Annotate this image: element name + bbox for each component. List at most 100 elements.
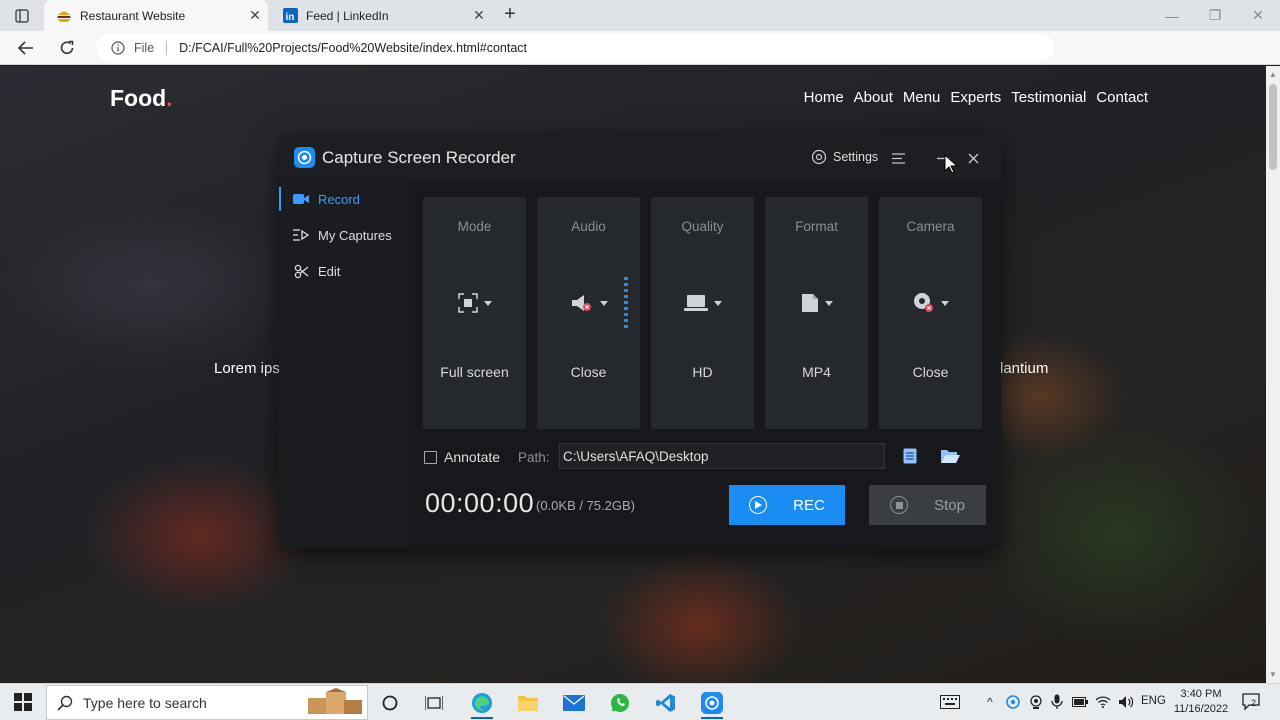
url-text[interactable]: D:/FCAI/Full%20Projects/Food%20Website/i… (179, 41, 527, 55)
settings-button[interactable]: Settings (811, 149, 878, 165)
search-placeholder: Type here to search (83, 694, 207, 711)
scroll-up-icon[interactable]: ▲ (1269, 70, 1277, 79)
nav-about[interactable]: About (854, 89, 893, 106)
chevron-up-icon[interactable]: ^ (981, 693, 999, 711)
mode-dropdown[interactable] (423, 289, 526, 317)
card-header: Camera (906, 219, 955, 234)
path-value: C:\Users\AFAQ\Desktop (563, 448, 709, 464)
refresh-icon[interactable] (53, 35, 81, 61)
wifi-icon[interactable] (1094, 693, 1112, 711)
site-logo[interactable]: Food. (110, 85, 173, 112)
quality-value: HD (692, 364, 713, 380)
screen: Restaurant Website ✕ in Feed | LinkedIn … (0, 0, 1280, 720)
window-minimize-icon[interactable]: — (1150, 0, 1194, 31)
format-dropdown[interactable] (765, 289, 868, 317)
scroll-down-icon[interactable]: ▼ (1269, 670, 1277, 679)
nav-contact[interactable]: Contact (1096, 89, 1148, 106)
nav-menu[interactable]: Menu (903, 89, 941, 106)
stop-circle-icon (890, 496, 909, 514)
format-card[interactable]: Format MP4 (765, 197, 868, 429)
sidebar-label: My Captures (318, 227, 392, 243)
sidebar-label: Record (318, 191, 360, 207)
battery-icon[interactable] (1071, 693, 1089, 711)
recorder-title: Capture Screen Recorder (322, 148, 516, 167)
whatsapp-icon[interactable] (605, 688, 635, 717)
window-close-icon[interactable]: ✕ (1236, 0, 1280, 31)
file-explorer-icon[interactable] (513, 688, 543, 717)
recorder-tray-icon[interactable] (1004, 693, 1022, 711)
address-bar[interactable]: File D:/FCAI/Full%20Projects/Food%20Webs… (96, 34, 1054, 61)
nav-experts[interactable]: Experts (950, 89, 1001, 106)
mail-icon[interactable] (559, 688, 589, 717)
volume-level-meter (624, 277, 628, 328)
save-path-field[interactable]: C:\Users\AFAQ\Desktop (559, 443, 885, 469)
camera-tray-icon[interactable] (1027, 693, 1045, 711)
tab-restaurant-website[interactable]: Restaurant Website ✕ (44, 0, 268, 31)
system-clock[interactable]: 3:40 PM 11/16/2022 (1170, 687, 1232, 717)
mode-card[interactable]: Mode Full screen (423, 197, 526, 429)
sidebar-item-edit[interactable]: Edit (279, 253, 408, 289)
windows-start-icon[interactable] (14, 693, 32, 711)
keyboard-layout-icon[interactable] (939, 693, 961, 711)
window-restore-icon[interactable]: ❐ (1193, 0, 1237, 31)
clock-date: 11/16/2022 (1173, 703, 1229, 715)
task-view-icon[interactable] (419, 688, 449, 717)
scrollbar-thumb[interactable] (1269, 84, 1277, 170)
sidebar-item-my-captures[interactable]: My Captures (279, 217, 408, 253)
close-tab-icon[interactable]: ✕ (466, 4, 492, 28)
webcam-off-icon (913, 293, 933, 312)
menu-icon[interactable] (888, 148, 908, 168)
nav-testimonial[interactable]: Testimonial (1011, 89, 1086, 106)
folder-open-icon[interactable] (940, 447, 960, 465)
card-header: Audio (571, 219, 606, 234)
fullscreen-icon (457, 293, 478, 313)
page-scrollbar[interactable]: ▲ ▼ (1266, 66, 1280, 683)
vscode-icon[interactable] (651, 688, 681, 717)
tab-linkedin[interactable]: in Feed | LinkedIn ✕ (270, 0, 492, 31)
quality-card[interactable]: Quality HD (651, 197, 754, 429)
camera-card[interactable]: Camera Close (879, 197, 982, 429)
checkbox-box[interactable] (424, 450, 437, 464)
microphone-icon[interactable] (1048, 693, 1066, 711)
info-icon[interactable] (110, 40, 126, 56)
volume-icon[interactable] (1117, 693, 1135, 711)
settings-label: Settings (833, 150, 879, 164)
language-indicator[interactable]: ENG (1141, 695, 1166, 707)
recorder-window: Capture Screen Recorder Settings Record (279, 135, 1001, 548)
site-navigation: Home About Menu Experts Testimonial Cont… (804, 89, 1148, 106)
edge-browser-icon[interactable] (467, 688, 497, 719)
rec-button[interactable]: REC (729, 485, 845, 525)
linkedin-favicon-icon: in (282, 8, 298, 24)
back-arrow-icon[interactable] (12, 35, 40, 61)
tab-title: Restaurant Website (80, 8, 186, 23)
chevron-down-icon (713, 300, 722, 306)
notifications-icon[interactable]: 2 (1241, 692, 1263, 712)
burger-favicon-icon (56, 8, 72, 24)
annotate-checkbox[interactable]: Annotate (424, 449, 500, 465)
tab-title: Feed | LinkedIn (306, 8, 389, 23)
audio-card[interactable]: Audio Close (537, 197, 640, 429)
card-header: Format (795, 219, 838, 234)
chevron-down-icon (483, 300, 492, 306)
sidebar-label: Edit (318, 263, 341, 279)
recorder-titlebar[interactable]: Capture Screen Recorder Settings (279, 135, 1001, 181)
card-header: Mode (457, 219, 492, 234)
stop-button[interactable]: Stop (869, 485, 986, 525)
nav-home[interactable]: Home (804, 89, 844, 106)
recorder-sidebar: Record My Captures Edit (279, 181, 408, 548)
new-tab-icon[interactable]: + (498, 4, 522, 26)
stop-label: Stop (934, 496, 965, 514)
cortana-icon[interactable] (375, 688, 405, 717)
camera-dropdown[interactable] (879, 289, 982, 317)
quality-dropdown[interactable] (651, 289, 754, 317)
capture-recorder-taskbar-icon[interactable] (697, 688, 727, 719)
search-highlight-illustration-icon[interactable] (300, 688, 366, 717)
file-list-icon[interactable] (900, 447, 920, 465)
hero-text-left: Lorem ips (214, 360, 280, 377)
tab-actions-icon[interactable] (8, 6, 36, 26)
close-tab-icon[interactable]: ✕ (242, 4, 268, 28)
path-label: Path: (518, 450, 550, 465)
close-icon[interactable] (963, 148, 983, 168)
rec-label: REC (793, 496, 825, 514)
sidebar-item-record[interactable]: Record (279, 181, 408, 217)
